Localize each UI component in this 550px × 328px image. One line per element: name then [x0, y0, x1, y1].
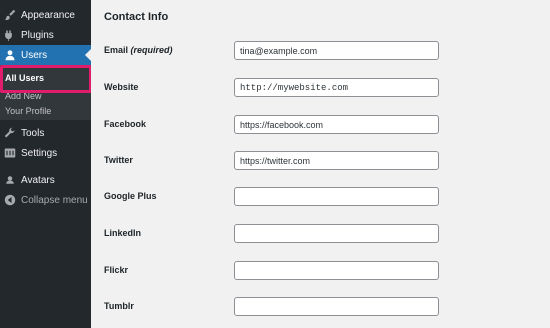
tumblr-field[interactable] [234, 297, 439, 316]
menu-item-users[interactable]: Users [0, 45, 91, 65]
menu-label: Users [21, 49, 48, 61]
menu-label: Avatars [21, 174, 55, 186]
google-plus-field[interactable] [234, 187, 439, 206]
tumblr-label: Tumblr [104, 301, 134, 311]
facebook-field[interactable] [234, 115, 439, 134]
website-label: Website [104, 82, 139, 92]
flickr-label: Flickr [104, 265, 129, 275]
menu-label: Plugins [21, 29, 54, 41]
email-field[interactable] [234, 41, 439, 60]
email-label: Email (required) [104, 45, 173, 55]
menu-label: Settings [21, 147, 58, 159]
menu-item-appearance[interactable]: Appearance [0, 5, 91, 25]
admin-sidebar: Appearance Plugins Users All Users Add N… [0, 0, 92, 328]
website-field[interactable] [234, 78, 439, 97]
twitter-label: Twitter [104, 155, 133, 165]
menu-item-avatars[interactable]: Avatars [0, 170, 91, 190]
twitter-field[interactable] [234, 151, 439, 170]
google-plus-label: Google Plus [104, 191, 157, 201]
main-content: Contact Info Email (required) Website Fa… [91, 0, 550, 328]
avatars-icon [3, 173, 17, 187]
facebook-label: Facebook [104, 119, 147, 129]
required-note: (required) [130, 45, 173, 55]
highlight-annotation [0, 65, 92, 93]
menu-item-settings[interactable]: Settings [0, 143, 91, 163]
plug-icon [3, 28, 17, 42]
flickr-field[interactable] [234, 261, 439, 280]
menu-item-collapse[interactable]: Collapse menu [0, 190, 91, 210]
wrench-icon [3, 126, 17, 140]
submenu-item-your-profile[interactable]: Your Profile [5, 106, 51, 116]
email-label-text: Email [104, 45, 129, 55]
linkedin-field[interactable] [234, 224, 439, 243]
section-title: Contact Info [104, 11, 169, 23]
paintbrush-icon [3, 8, 17, 22]
menu-label: Appearance [21, 9, 75, 21]
menu-label: Tools [21, 127, 45, 139]
linkedin-label: LinkedIn [104, 228, 142, 238]
settings-icon [3, 146, 17, 160]
menu-label: Collapse menu [21, 194, 88, 206]
menu-item-plugins[interactable]: Plugins [0, 25, 91, 45]
users-icon [3, 48, 17, 62]
collapse-icon [3, 193, 17, 207]
menu-item-tools[interactable]: Tools [0, 123, 91, 143]
